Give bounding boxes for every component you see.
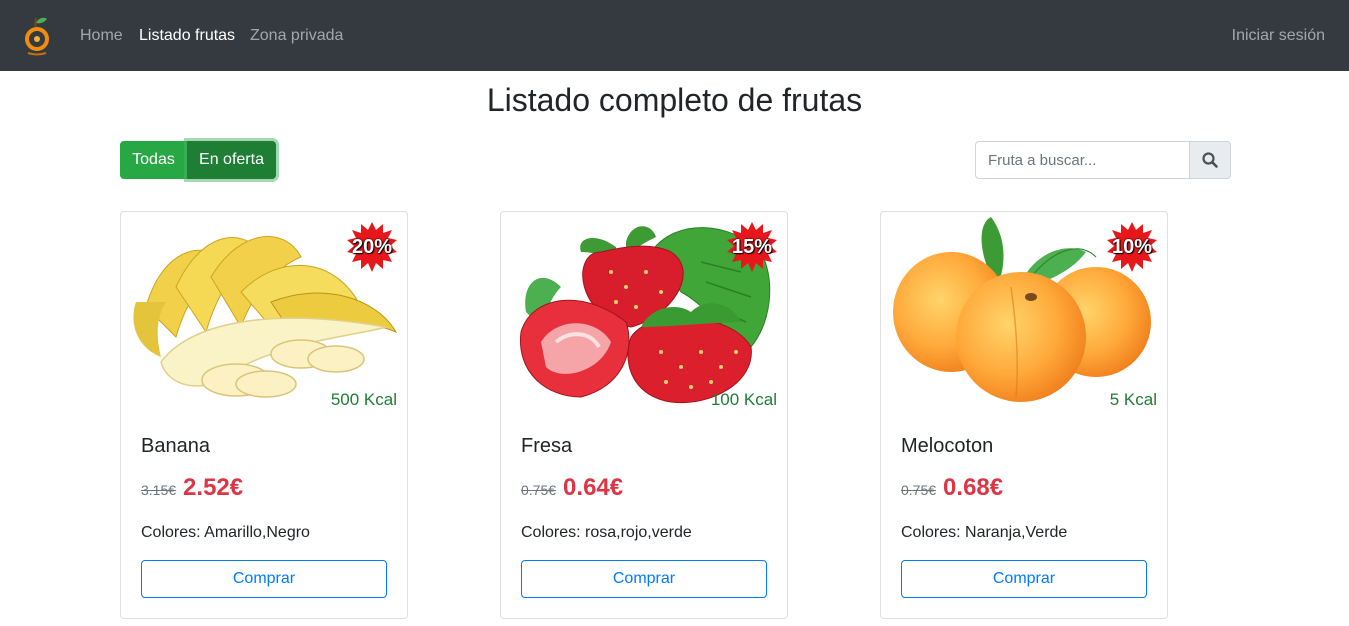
search-input[interactable] bbox=[975, 141, 1189, 179]
product-card: 15% 100 Kcal Fresa 0.75€ 0.64€ Colores: … bbox=[500, 211, 788, 619]
calories-label: 500 Kcal bbox=[330, 390, 397, 409]
orange-logo-icon[interactable] bbox=[20, 15, 54, 57]
new-price: 0.64€ bbox=[563, 474, 624, 501]
discount-badge: 20% bbox=[351, 236, 393, 258]
search-button[interactable] bbox=[1189, 141, 1231, 179]
login-link[interactable]: Iniciar sesión bbox=[1232, 26, 1325, 46]
product-name: Fresa bbox=[521, 435, 573, 457]
nav-fruit-list-link[interactable]: Listado frutas bbox=[139, 26, 235, 46]
navbar: Home Listado frutas Zona privada Iniciar… bbox=[0, 0, 1349, 71]
discount-badge: 15% bbox=[731, 236, 773, 258]
old-price: 0.75€ bbox=[901, 482, 937, 498]
new-price: 2.52€ bbox=[183, 474, 244, 501]
buy-button[interactable]: Comprar bbox=[521, 560, 767, 598]
old-price: 3.15€ bbox=[141, 482, 177, 498]
buy-button[interactable]: Comprar bbox=[141, 560, 387, 598]
product-name: Melocoton bbox=[901, 435, 994, 457]
filter-on-sale-button[interactable]: En oferta bbox=[187, 141, 276, 179]
nav-home-link[interactable]: Home bbox=[80, 26, 123, 46]
buy-button[interactable]: Comprar bbox=[901, 560, 1147, 598]
product-name: Banana bbox=[141, 435, 210, 457]
price-row: 3.15€ 2.52€ bbox=[141, 474, 243, 504]
discount-badge: 10% bbox=[1111, 236, 1153, 258]
product-colors: Colores: rosa,rojo,verde bbox=[521, 524, 692, 541]
old-price: 0.75€ bbox=[521, 482, 557, 498]
price-row: 0.75€ 0.68€ bbox=[901, 474, 1003, 504]
product-colors: Colores: Amarillo,Negro bbox=[141, 524, 310, 541]
product-colors: Colores: Naranja,Verde bbox=[901, 524, 1068, 541]
product-card: 20% 500 Kcal Banana 3.15€ 2.52€ Colores:… bbox=[120, 211, 408, 619]
price-row: 0.75€ 0.64€ bbox=[521, 474, 623, 504]
new-price: 0.68€ bbox=[943, 474, 1004, 501]
calories-label: 5 Kcal bbox=[1109, 390, 1157, 409]
search-group bbox=[975, 141, 1231, 179]
filter-button-group: Todas En oferta bbox=[120, 141, 276, 179]
product-card: 10% 5 Kcal Melocoton 0.75€ 0.68€ Colores… bbox=[880, 211, 1168, 619]
filter-all-button[interactable]: Todas bbox=[120, 141, 187, 179]
search-icon bbox=[1202, 152, 1218, 168]
nav-private-zone-link[interactable]: Zona privada bbox=[250, 26, 343, 46]
calories-label: 100 Kcal bbox=[710, 390, 777, 409]
page-title: Listado completo de frutas bbox=[486, 82, 863, 118]
